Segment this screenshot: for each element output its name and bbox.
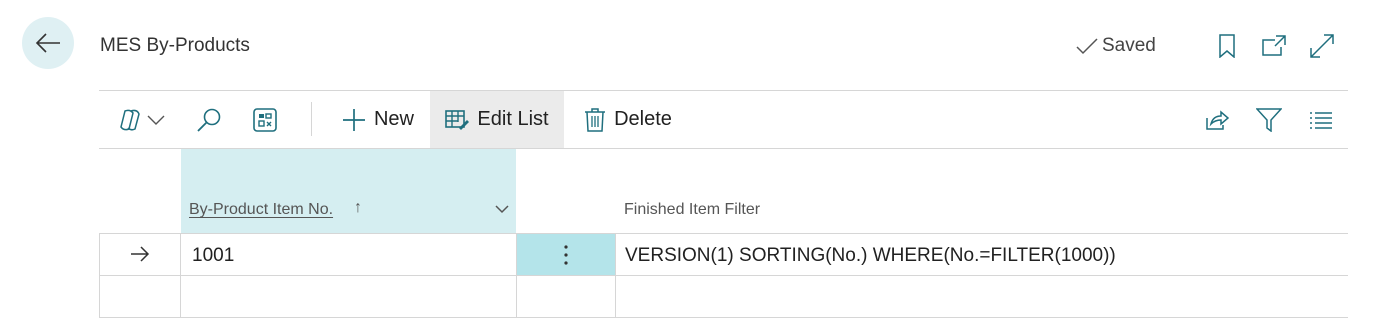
column-header-item-no[interactable] bbox=[181, 149, 516, 233]
copilot-icon bbox=[120, 109, 140, 131]
row-divider bbox=[99, 275, 1348, 276]
chevron-down-icon bbox=[495, 205, 509, 214]
expand-icon bbox=[1310, 34, 1334, 58]
arrow-right-icon bbox=[131, 246, 150, 262]
chevron-down-icon bbox=[147, 115, 165, 125]
page-title: MES By-Products bbox=[100, 35, 250, 56]
toolbar-top-border bbox=[99, 90, 1348, 91]
list-view-button[interactable] bbox=[1306, 91, 1336, 148]
new-button-label: New bbox=[373, 108, 414, 130]
column-header-item-no-label[interactable]: By-Product Item No. bbox=[189, 201, 333, 219]
row-actions-button[interactable] bbox=[517, 234, 615, 275]
expand-button[interactable] bbox=[1309, 32, 1335, 60]
saved-label: Saved bbox=[1102, 35, 1156, 56]
toolbar-separator bbox=[311, 102, 312, 136]
new-button[interactable]: New bbox=[330, 91, 426, 148]
sort-ascending-icon: ↑ bbox=[354, 199, 362, 216]
bookmark-icon bbox=[1219, 34, 1235, 58]
arrow-left-icon bbox=[35, 33, 60, 53]
column-header-filter[interactable]: Finished Item Filter bbox=[624, 201, 760, 219]
open-in-new-window-icon bbox=[1262, 35, 1286, 56]
back-button[interactable] bbox=[22, 17, 74, 69]
delete-button-label: Delete bbox=[614, 108, 672, 130]
trash-icon bbox=[585, 107, 606, 132]
column-menu-button[interactable] bbox=[494, 202, 510, 220]
cell-item-no[interactable]: 1001 bbox=[192, 245, 234, 267]
row-selector-arrow[interactable] bbox=[130, 246, 150, 267]
row-divider bbox=[99, 233, 1348, 234]
bookmark-button[interactable] bbox=[1214, 32, 1240, 60]
analysis-icon bbox=[253, 107, 277, 132]
filter-icon bbox=[1256, 107, 1282, 132]
analysis-mode-button[interactable] bbox=[249, 91, 281, 148]
share-icon bbox=[1206, 109, 1229, 130]
list-icon bbox=[1310, 111, 1332, 129]
checkmark-icon bbox=[1076, 38, 1098, 55]
share-button[interactable] bbox=[1202, 91, 1232, 148]
search-button[interactable] bbox=[192, 91, 226, 148]
more-vertical-icon bbox=[564, 244, 568, 265]
search-icon bbox=[197, 108, 221, 132]
edit-list-icon bbox=[445, 109, 470, 130]
column-divider bbox=[99, 233, 100, 318]
saved-status: Saved bbox=[1076, 35, 1156, 57]
cell-finished-item-filter[interactable]: VERSION(1) SORTING(No.) WHERE(No.=FILTER… bbox=[625, 245, 1116, 267]
open-new-window-button[interactable] bbox=[1261, 32, 1287, 60]
column-divider bbox=[180, 233, 181, 318]
plus-icon bbox=[342, 108, 365, 131]
copilot-dropdown-button[interactable] bbox=[112, 91, 170, 148]
column-divider bbox=[615, 233, 616, 318]
edit-list-button-label: Edit List bbox=[477, 108, 549, 130]
delete-button[interactable]: Delete bbox=[578, 91, 678, 148]
edit-list-button[interactable]: Edit List bbox=[430, 91, 564, 148]
filter-button[interactable] bbox=[1254, 91, 1284, 148]
